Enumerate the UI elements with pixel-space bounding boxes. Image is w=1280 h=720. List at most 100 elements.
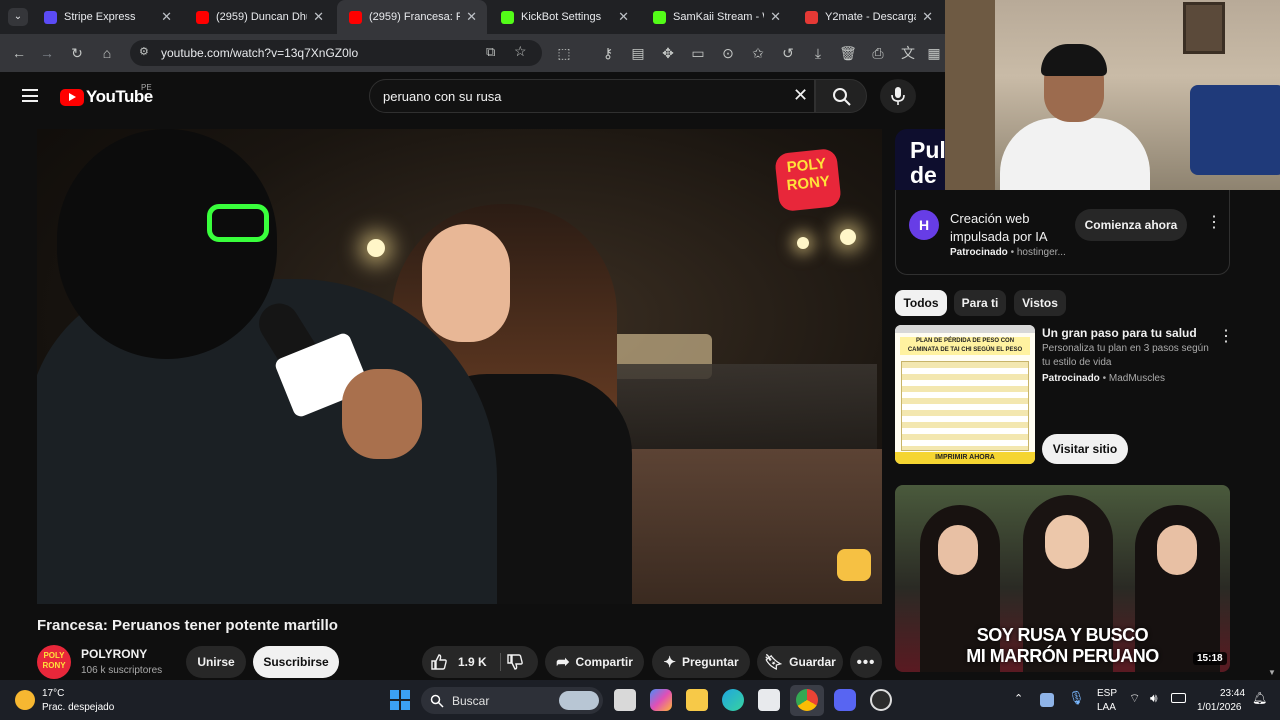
chip-all[interactable]: Todos <box>895 290 947 316</box>
ad-cta-button[interactable]: Visitar sitio <box>1042 434 1128 464</box>
recommended-video-thumbnail[interactable]: SOY RUSA Y BUSCO MI MARRÓN PERUANO 15:18 <box>895 485 1230 672</box>
share-button[interactable]: ➦ Compartir <box>545 646 644 678</box>
bookmark-star-icon[interactable]: ☆ <box>514 43 527 60</box>
browser-tab[interactable]: SamKaii Stream - Wa ✕ <box>641 0 791 34</box>
channel-avatar[interactable]: POLY RONY <box>37 645 71 679</box>
browser-tab[interactable]: Stripe Express ✕ <box>32 0 182 34</box>
street-lamp <box>797 237 809 249</box>
input-language-code[interactable]: ESP <box>1097 688 1117 699</box>
taskbar-search-box[interactable]: Buscar <box>421 687 603 714</box>
weather-temperature[interactable]: 17°C <box>42 688 64 699</box>
ad-meta: Patrocinado • hostinger... <box>950 247 1066 258</box>
close-tab-icon[interactable]: ✕ <box>161 9 172 25</box>
wifi-icon[interactable]: ⌔ <box>1129 691 1140 706</box>
home-icon[interactable]: ⌂ <box>98 44 116 62</box>
clock-date[interactable]: 1/01/2026 <box>1197 702 1242 713</box>
history-icon[interactable]: ↺ <box>779 44 797 62</box>
join-button[interactable]: Unirse <box>186 646 246 678</box>
input-language-layout[interactable]: LAA <box>1097 702 1116 713</box>
bookmark-icon: 🔖︎ <box>764 654 784 671</box>
close-tab-icon[interactable]: ✕ <box>922 9 933 25</box>
file-explorer-icon[interactable] <box>686 689 708 711</box>
reader-icon[interactable]: ▤ <box>629 44 647 62</box>
download-icon[interactable]: ⤓ <box>809 44 827 62</box>
more-extensions-icon[interactable]: ▦ <box>925 44 943 62</box>
close-tab-icon[interactable]: ✕ <box>618 9 629 25</box>
close-tab-icon[interactable]: ✕ <box>313 9 324 25</box>
delete-icon[interactable]: 🗑 <box>839 44 857 62</box>
polyrony-watermark-logo: POLY RONY <box>774 147 842 213</box>
browser-tab-strip: ⌄ Stripe Express ✕ (2959) Duncan Dhu : ✕… <box>0 0 945 34</box>
microphone-tray-icon[interactable]: 🎙︎ <box>1068 690 1085 706</box>
browser-tab-active[interactable]: (2959) Francesa: Peru ✕ <box>337 0 487 34</box>
ad-more-icon[interactable]: ⋮ <box>1206 212 1222 232</box>
browser-tab[interactable]: Y2mate - Descargar V ✕ <box>793 0 943 34</box>
subscribe-button[interactable]: Suscribirse <box>253 646 339 678</box>
payment-card-icon[interactable]: ▭ <box>689 44 707 62</box>
extension-icon[interactable]: ⬚ <box>555 44 573 62</box>
location-icon[interactable]: ⊙ <box>719 44 737 62</box>
like-button[interactable]: 1.9 K <box>422 653 487 671</box>
browser-tab[interactable]: KickBot Settings ✕ <box>489 0 639 34</box>
favorites-icon[interactable]: ✩ <box>749 44 767 62</box>
site-info-icon[interactable]: ⚙ <box>139 45 149 58</box>
extension-puzzle-icon[interactable]: ✥ <box>659 44 677 62</box>
volume-icon[interactable]: 🔊︎ <box>1150 691 1158 706</box>
ad-thumbnail-madmuscles[interactable]: PLAN DE PÉRDIDA DE PESO CON CAMINATA DE … <box>895 325 1035 464</box>
close-tab-icon[interactable]: ✕ <box>466 9 477 25</box>
microsoft-store-icon[interactable] <box>758 689 780 711</box>
ask-button[interactable]: ✦ Preguntar <box>652 646 750 678</box>
close-tab-icon[interactable]: ✕ <box>770 9 781 25</box>
youtube-logo[interactable]: YouTube <box>60 86 153 108</box>
thumb-face <box>1157 525 1197 575</box>
video-player[interactable]: POLY RONY <box>37 129 882 604</box>
search-input[interactable]: peruano con su rusa ✕ <box>369 79 815 113</box>
notifications-icon[interactable]: 🔔︎ <box>1252 691 1267 705</box>
copilot-icon[interactable] <box>650 689 672 711</box>
print-icon[interactable]: ⎙ <box>869 44 887 62</box>
sidebar-banner-partial[interactable]: Pul de <box>895 129 946 190</box>
search-icon <box>430 694 444 708</box>
ad-more-icon[interactable]: ⋮ <box>1218 326 1234 346</box>
windows-start-icon[interactable] <box>390 690 410 710</box>
search-button[interactable] <box>815 79 867 113</box>
clock-time[interactable]: 23:44 <box>1220 688 1245 699</box>
weather-icon[interactable] <box>15 690 35 710</box>
voice-search-button[interactable] <box>880 79 916 113</box>
edge-icon[interactable] <box>722 689 744 711</box>
more-actions-button[interactable]: ••• <box>850 646 882 678</box>
forward-icon[interactable]: → <box>38 44 56 62</box>
show-hidden-icons[interactable]: ⌃ <box>1014 692 1023 705</box>
chrome-icon[interactable] <box>796 689 818 711</box>
obs-icon[interactable] <box>870 689 892 711</box>
back-icon[interactable]: ← <box>10 44 28 62</box>
clear-search-icon[interactable]: ✕ <box>793 85 808 106</box>
address-bar[interactable]: ⚙ youtube.com/watch?v=13q7XnGZ0lo ⧉ ☆ <box>130 40 542 66</box>
video-pavement <box>597 449 882 604</box>
youtube-play-icon <box>60 88 84 106</box>
search-query-text: peruano con su rusa <box>383 89 502 104</box>
chip-for-you[interactable]: Para ti <box>954 290 1006 316</box>
save-button[interactable]: 🔖︎ Guardar <box>757 646 843 678</box>
browser-tab[interactable]: (2959) Duncan Dhu : ✕ <box>184 0 334 34</box>
ad-cta-button[interactable]: Comienza ahora <box>1075 209 1187 241</box>
scroll-down-arrow-icon[interactable]: ▼ <box>1268 668 1276 677</box>
menu-icon[interactable] <box>22 89 38 102</box>
tray-app-icon[interactable] <box>1040 693 1054 707</box>
channel-mascot-icon <box>837 549 871 581</box>
chip-watched[interactable]: Vistos <box>1014 290 1066 316</box>
ad-card-hostinger[interactable]: H Creación web impulsada por IA Patrocin… <box>895 190 1230 275</box>
install-app-icon[interactable]: ⧉ <box>486 44 495 60</box>
task-view-icon[interactable] <box>614 689 636 711</box>
youtube-icon <box>196 10 209 24</box>
weather-description[interactable]: Prac. despejado <box>42 702 114 713</box>
password-key-icon[interactable]: ⚷ <box>599 44 617 62</box>
tab-search-button[interactable]: ⌄ <box>8 8 28 26</box>
translate-icon[interactable]: 文 <box>899 44 917 62</box>
channel-name[interactable]: POLYRONY <box>81 647 147 661</box>
discord-icon[interactable] <box>834 689 856 711</box>
dislike-button[interactable] <box>506 653 524 674</box>
kick-icon <box>501 10 514 24</box>
battery-icon[interactable] <box>1171 693 1186 703</box>
reload-icon[interactable]: ↻ <box>68 44 86 62</box>
